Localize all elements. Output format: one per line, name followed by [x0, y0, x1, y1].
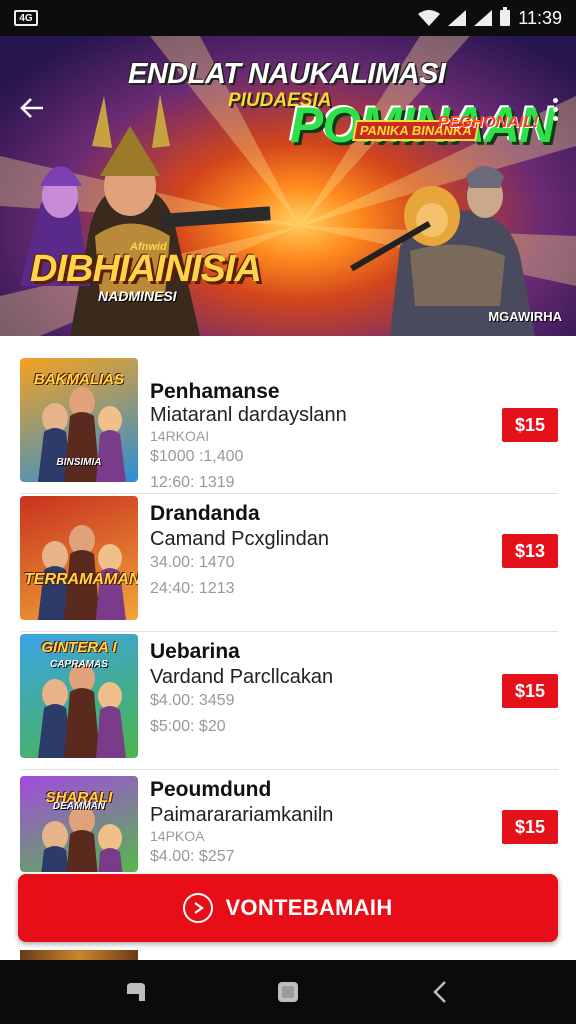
game-subtitle: Miataranl dardayslann	[150, 404, 347, 426]
more-dot-icon	[552, 115, 558, 121]
wifi-icon	[418, 10, 441, 26]
play-circle-icon	[183, 893, 214, 923]
system-nav-bar	[0, 960, 576, 1024]
game-meta-stats: $4.00: 3459	[150, 692, 235, 709]
hero-banner[interactable]: ENDLAT NAUKALIMASI PIUDAESIA POMINAAN PA…	[0, 36, 576, 336]
nav-back-icon	[433, 981, 446, 1003]
game-meta-code: 14RKOAI	[150, 428, 210, 444]
price-button[interactable]: $15	[502, 408, 558, 442]
game-thumbnail[interactable]: SHARALI DEAMMAN	[20, 776, 138, 872]
status-right: 11:39	[418, 7, 562, 29]
signal-icon-2	[474, 10, 493, 26]
thumbnail-title: BAKMALIAS	[34, 371, 124, 388]
game-title: Uebarina	[150, 640, 240, 663]
thumbnail-art	[38, 525, 126, 620]
signal-icon	[448, 10, 467, 26]
game-meta-extra: 24:40: 1213	[150, 580, 235, 597]
game-meta-extra: $5:00: $20	[150, 718, 226, 735]
nav-recents-button[interactable]	[106, 970, 166, 1014]
game-list-item[interactable]: GINTERA I CAPRAMAS Uebarina Vardand Parcllc…	[20, 632, 558, 770]
sim-label: 4G	[19, 12, 33, 24]
home-icon	[278, 982, 298, 1002]
game-meta-code: 14PKOA	[150, 828, 205, 844]
price-button[interactable]: $15	[502, 810, 558, 844]
game-thumbnail[interactable]: BAKMALIAS BINSIMIA	[20, 358, 138, 482]
more-dot-icon	[552, 97, 558, 103]
game-meta-extra: 12:60: 1319	[150, 474, 235, 491]
game-meta-stats: $1000 :1,400	[150, 448, 244, 465]
game-subtitle: Vardand Parcllcakan	[150, 666, 334, 688]
hero-logo-main: DIBHIAINISIA	[30, 248, 262, 290]
hero-title-line1: ENDLAT NAUKALIMASI	[128, 58, 446, 90]
more-options-button[interactable]	[544, 94, 566, 124]
price-button[interactable]: $15	[502, 674, 558, 708]
hero-corner-label: MGAWIRHA	[488, 309, 562, 324]
game-meta-stats: 34.00: 1470	[150, 554, 235, 571]
sim-icon: 4G	[14, 10, 38, 26]
game-meta-stats: $4.00: $257	[150, 848, 235, 865]
hero-tag-2: PEGHONAIL!	[438, 114, 539, 131]
thumbnail-subtitle: CAPRAMAS	[50, 659, 108, 670]
game-title: Drandanda	[150, 502, 260, 525]
thumbnail-subtitle: DEAMMAN	[52, 801, 106, 812]
more-dot-icon	[552, 106, 558, 112]
thumbnail-subtitle: BINSIMIA	[56, 457, 102, 468]
game-subtitle: Camand Pcxglindan	[150, 528, 329, 550]
cta-label: VONTEBAMAIH	[225, 895, 393, 920]
thumbnail-title: TERRAMAMAN	[24, 571, 138, 588]
back-button[interactable]	[12, 92, 52, 124]
primary-cta-button[interactable]: VONTEBAMAIH	[18, 874, 558, 942]
status-bar: 4G 11:39	[0, 0, 576, 36]
game-title: Penhamanse	[150, 380, 280, 403]
recents-icon	[127, 983, 145, 1001]
game-title: Peoumdund	[150, 778, 272, 801]
battery-icon	[500, 7, 511, 26]
game-thumbnail[interactable]: TERRAMAMAN	[20, 496, 138, 620]
status-left: 4G	[14, 10, 38, 26]
game-list-item[interactable]: BAKMALIAS BINSIMIA Penhamanse Miataranl dar…	[20, 356, 558, 494]
game-list-item[interactable]: TERRAMAMAN Drandanda Camand Pcxglindan 34.0…	[20, 494, 558, 632]
next-item-peek	[20, 950, 138, 960]
nav-home-button[interactable]	[258, 970, 318, 1014]
back-arrow-icon	[20, 98, 43, 118]
nav-back-button[interactable]	[410, 970, 470, 1014]
thumbnail-title: GINTERA I	[41, 639, 117, 656]
hero-logo-sub: NADMINESI	[98, 288, 177, 304]
game-thumbnail[interactable]: GINTERA I CAPRAMAS	[20, 634, 138, 758]
game-list-container: BAKMALIAS BINSIMIA Penhamanse Miataranl dar…	[0, 336, 576, 960]
status-time: 11:39	[518, 7, 562, 28]
price-button[interactable]: $13	[502, 534, 558, 568]
game-subtitle: Paimararariamkaniln	[150, 804, 334, 826]
